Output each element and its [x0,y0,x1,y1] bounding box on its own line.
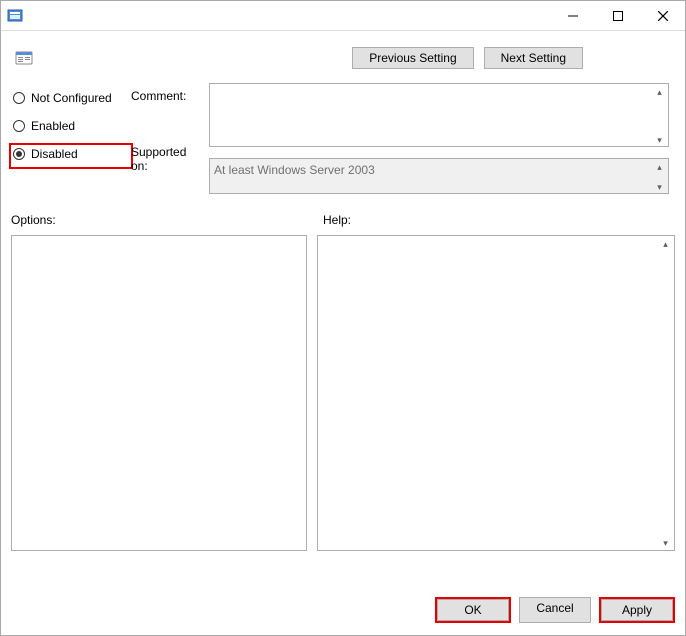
toolbar: Previous Setting Next Setting [1,41,685,75]
close-button[interactable] [640,1,685,30]
previous-setting-button[interactable]: Previous Setting [352,47,473,69]
radio-icon [13,120,25,132]
options-label: Options: [11,213,317,227]
options-pane [11,235,307,551]
radio-label: Not Configured [31,91,112,105]
comment-input[interactable] [209,83,669,147]
titlebar [1,1,685,31]
supported-label: Supported on: [131,145,203,173]
policy-icon [15,49,33,67]
radio-icon [13,148,25,160]
help-pane [317,235,675,551]
radio-disabled[interactable]: Disabled [9,143,133,169]
cancel-button[interactable]: Cancel [519,597,591,623]
apply-highlight: Apply [599,597,675,623]
maximize-button[interactable] [595,1,640,30]
help-label: Help: [317,213,675,227]
radio-not-configured[interactable]: Not Configured [11,89,131,107]
comment-label: Comment: [131,89,203,103]
minimize-button[interactable] [550,1,595,30]
app-icon [7,8,23,24]
next-setting-button[interactable]: Next Setting [484,47,583,69]
ok-button[interactable]: OK [437,599,509,621]
content-area: Not Configured Enabled Disabled Comment:… [1,75,685,583]
policy-editor-window: Previous Setting Next Setting Not Config… [0,0,686,636]
radio-label: Enabled [31,119,75,133]
apply-button[interactable]: Apply [601,599,673,621]
radio-label: Disabled [31,147,78,161]
supported-on-field [209,158,669,194]
window-controls [550,1,685,30]
dialog-buttons: OK Cancel Apply [1,583,685,635]
radio-icon [13,92,25,104]
ok-highlight: OK [435,597,511,623]
radio-enabled[interactable]: Enabled [11,117,131,135]
